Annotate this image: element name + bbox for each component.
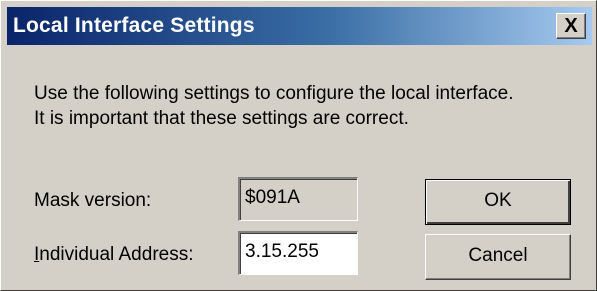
- individual-address-value: 3.15.255: [245, 241, 319, 262]
- mask-version-label: Mask version:: [34, 190, 152, 211]
- cancel-button[interactable]: Cancel: [425, 234, 571, 280]
- individual-address-label: Individual Address:: [34, 244, 194, 266]
- description-line-1: Use the following settings to configure …: [34, 83, 514, 104]
- close-icon: X: [564, 15, 578, 37]
- ok-button[interactable]: OK: [425, 179, 571, 225]
- mask-version-value: $091A: [245, 187, 300, 208]
- individual-address-label-text: ndividual Address:: [39, 244, 194, 265]
- window-title: Local Interface Settings: [13, 14, 255, 37]
- local-interface-settings-dialog: Local Interface Settings X Use the follo…: [0, 0, 597, 291]
- title-bar[interactable]: Local Interface Settings X: [7, 7, 592, 45]
- mask-version-field: $091A: [238, 177, 358, 221]
- description-line-2: It is important that these settings are …: [34, 108, 409, 129]
- individual-address-input[interactable]: 3.15.255: [238, 231, 358, 275]
- description-text: Use the following settings to configure …: [34, 81, 514, 131]
- close-button[interactable]: X: [556, 13, 586, 39]
